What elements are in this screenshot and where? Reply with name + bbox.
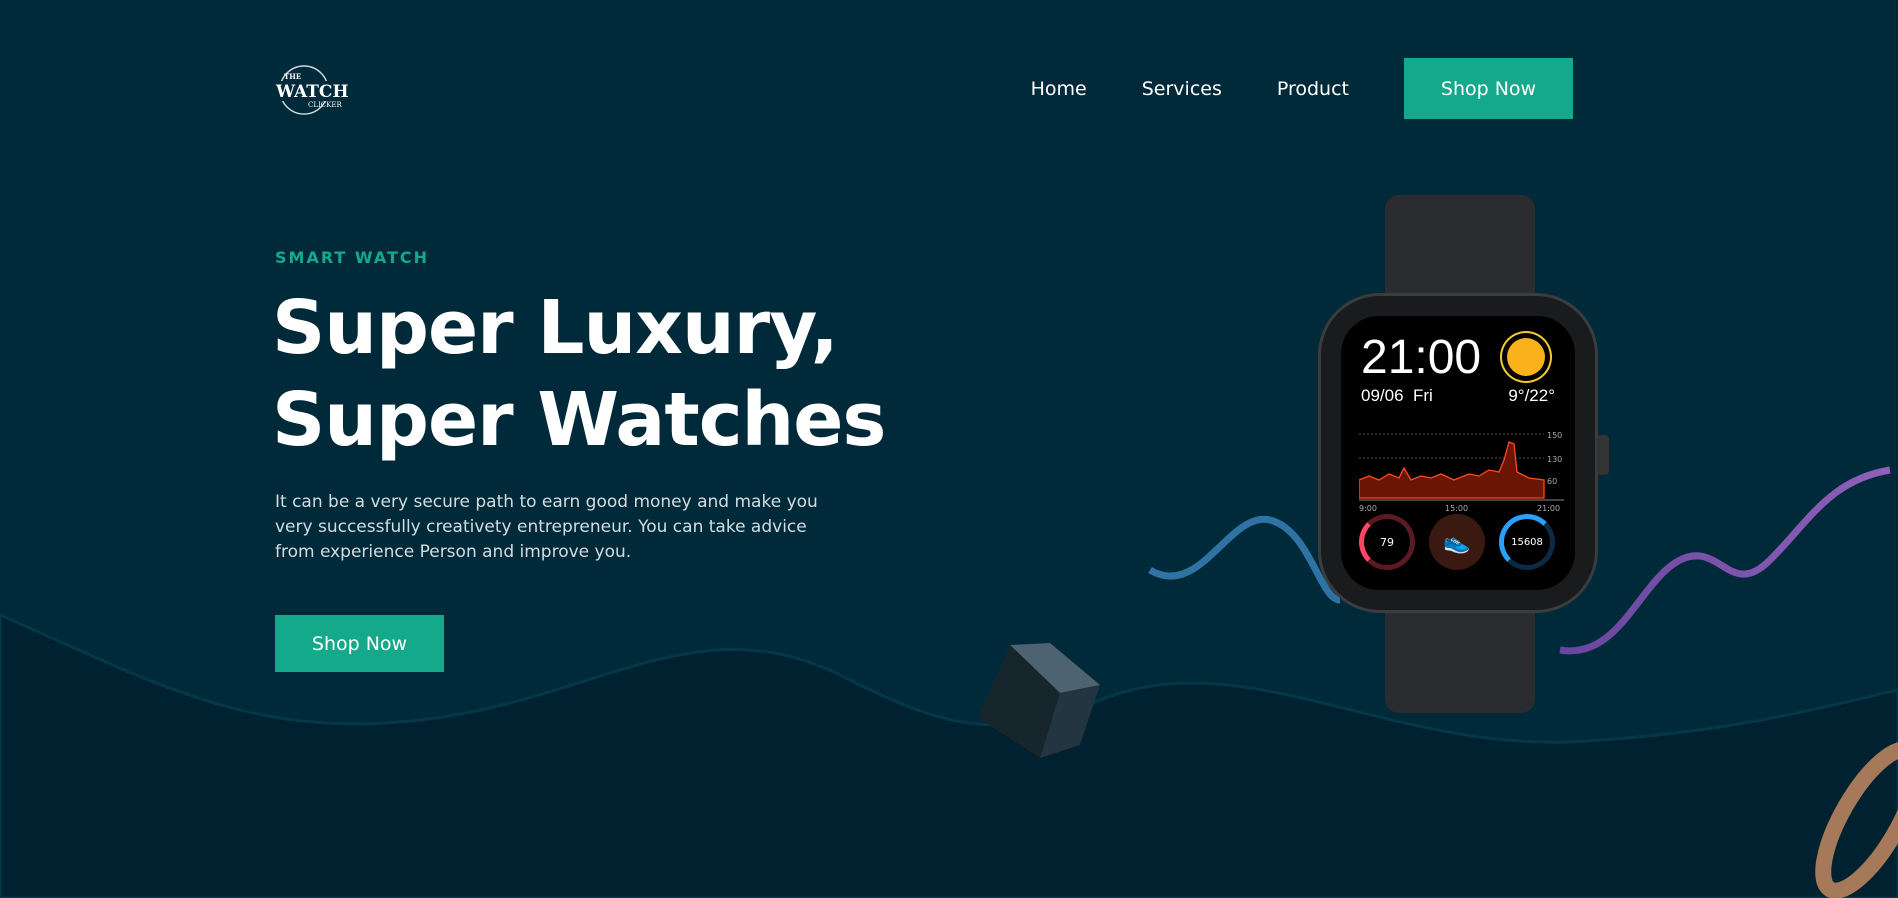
svg-text:THE: THE	[284, 72, 301, 81]
main-nav: Home Services Product Shop Now	[1031, 58, 1573, 119]
sun-icon	[1507, 338, 1545, 376]
heart-rate-graph	[1359, 433, 1564, 501]
nav-product[interactable]: Product	[1277, 78, 1349, 100]
watch-temp: 9°/22°	[1508, 386, 1555, 405]
heart-rate-value: 79	[1380, 535, 1394, 549]
x-label: 9:00	[1359, 504, 1377, 513]
shoe-icon: 👟	[1429, 514, 1485, 570]
hero-description: It can be a very secure path to earn goo…	[275, 492, 818, 562]
y-label: 60	[1547, 477, 1558, 486]
steps-ring: 15608	[1499, 514, 1555, 570]
watch-date: 09/06 Fri	[1361, 386, 1433, 405]
logo[interactable]: THE WATCH CLICKER	[272, 62, 356, 118]
heart-rate-ring: 79	[1359, 514, 1415, 570]
hero-eyebrow: SMART WATCH	[275, 248, 430, 267]
watch-strap-top	[1385, 195, 1535, 305]
hero-shop-now-button[interactable]: Shop Now	[275, 615, 444, 672]
steps-value: 15608	[1511, 536, 1543, 548]
svg-text:WATCH: WATCH	[275, 82, 349, 102]
watch-logo-icon: THE WATCH CLICKER	[272, 65, 356, 115]
svg-text:CLICKER: CLICKER	[308, 101, 342, 109]
nav-shop-now-button[interactable]: Shop Now	[1404, 58, 1573, 119]
x-label: 15:00	[1445, 504, 1469, 513]
watch-case: 21:00 09/06 Fri 9°/22° 150 130 60 9:00 1…	[1318, 293, 1598, 613]
title-line-1: Super Luxury,	[272, 285, 839, 371]
nav-home[interactable]: Home	[1031, 78, 1087, 100]
title-line-2: Super Watches	[272, 377, 886, 463]
watch-crown	[1597, 435, 1609, 475]
watch-screen: 21:00 09/06 Fri 9°/22° 150 130 60 9:00 1…	[1341, 316, 1575, 590]
y-label: 150	[1547, 431, 1563, 440]
nav-services[interactable]: Services	[1142, 78, 1222, 100]
y-label: 130	[1547, 455, 1563, 464]
x-label: 21:00	[1537, 504, 1561, 513]
hero-title: Super Luxury, Super Watches	[272, 282, 886, 466]
smartwatch-image: 21:00 09/06 Fri 9°/22° 150 130 60 9:00 1…	[1318, 195, 1609, 713]
